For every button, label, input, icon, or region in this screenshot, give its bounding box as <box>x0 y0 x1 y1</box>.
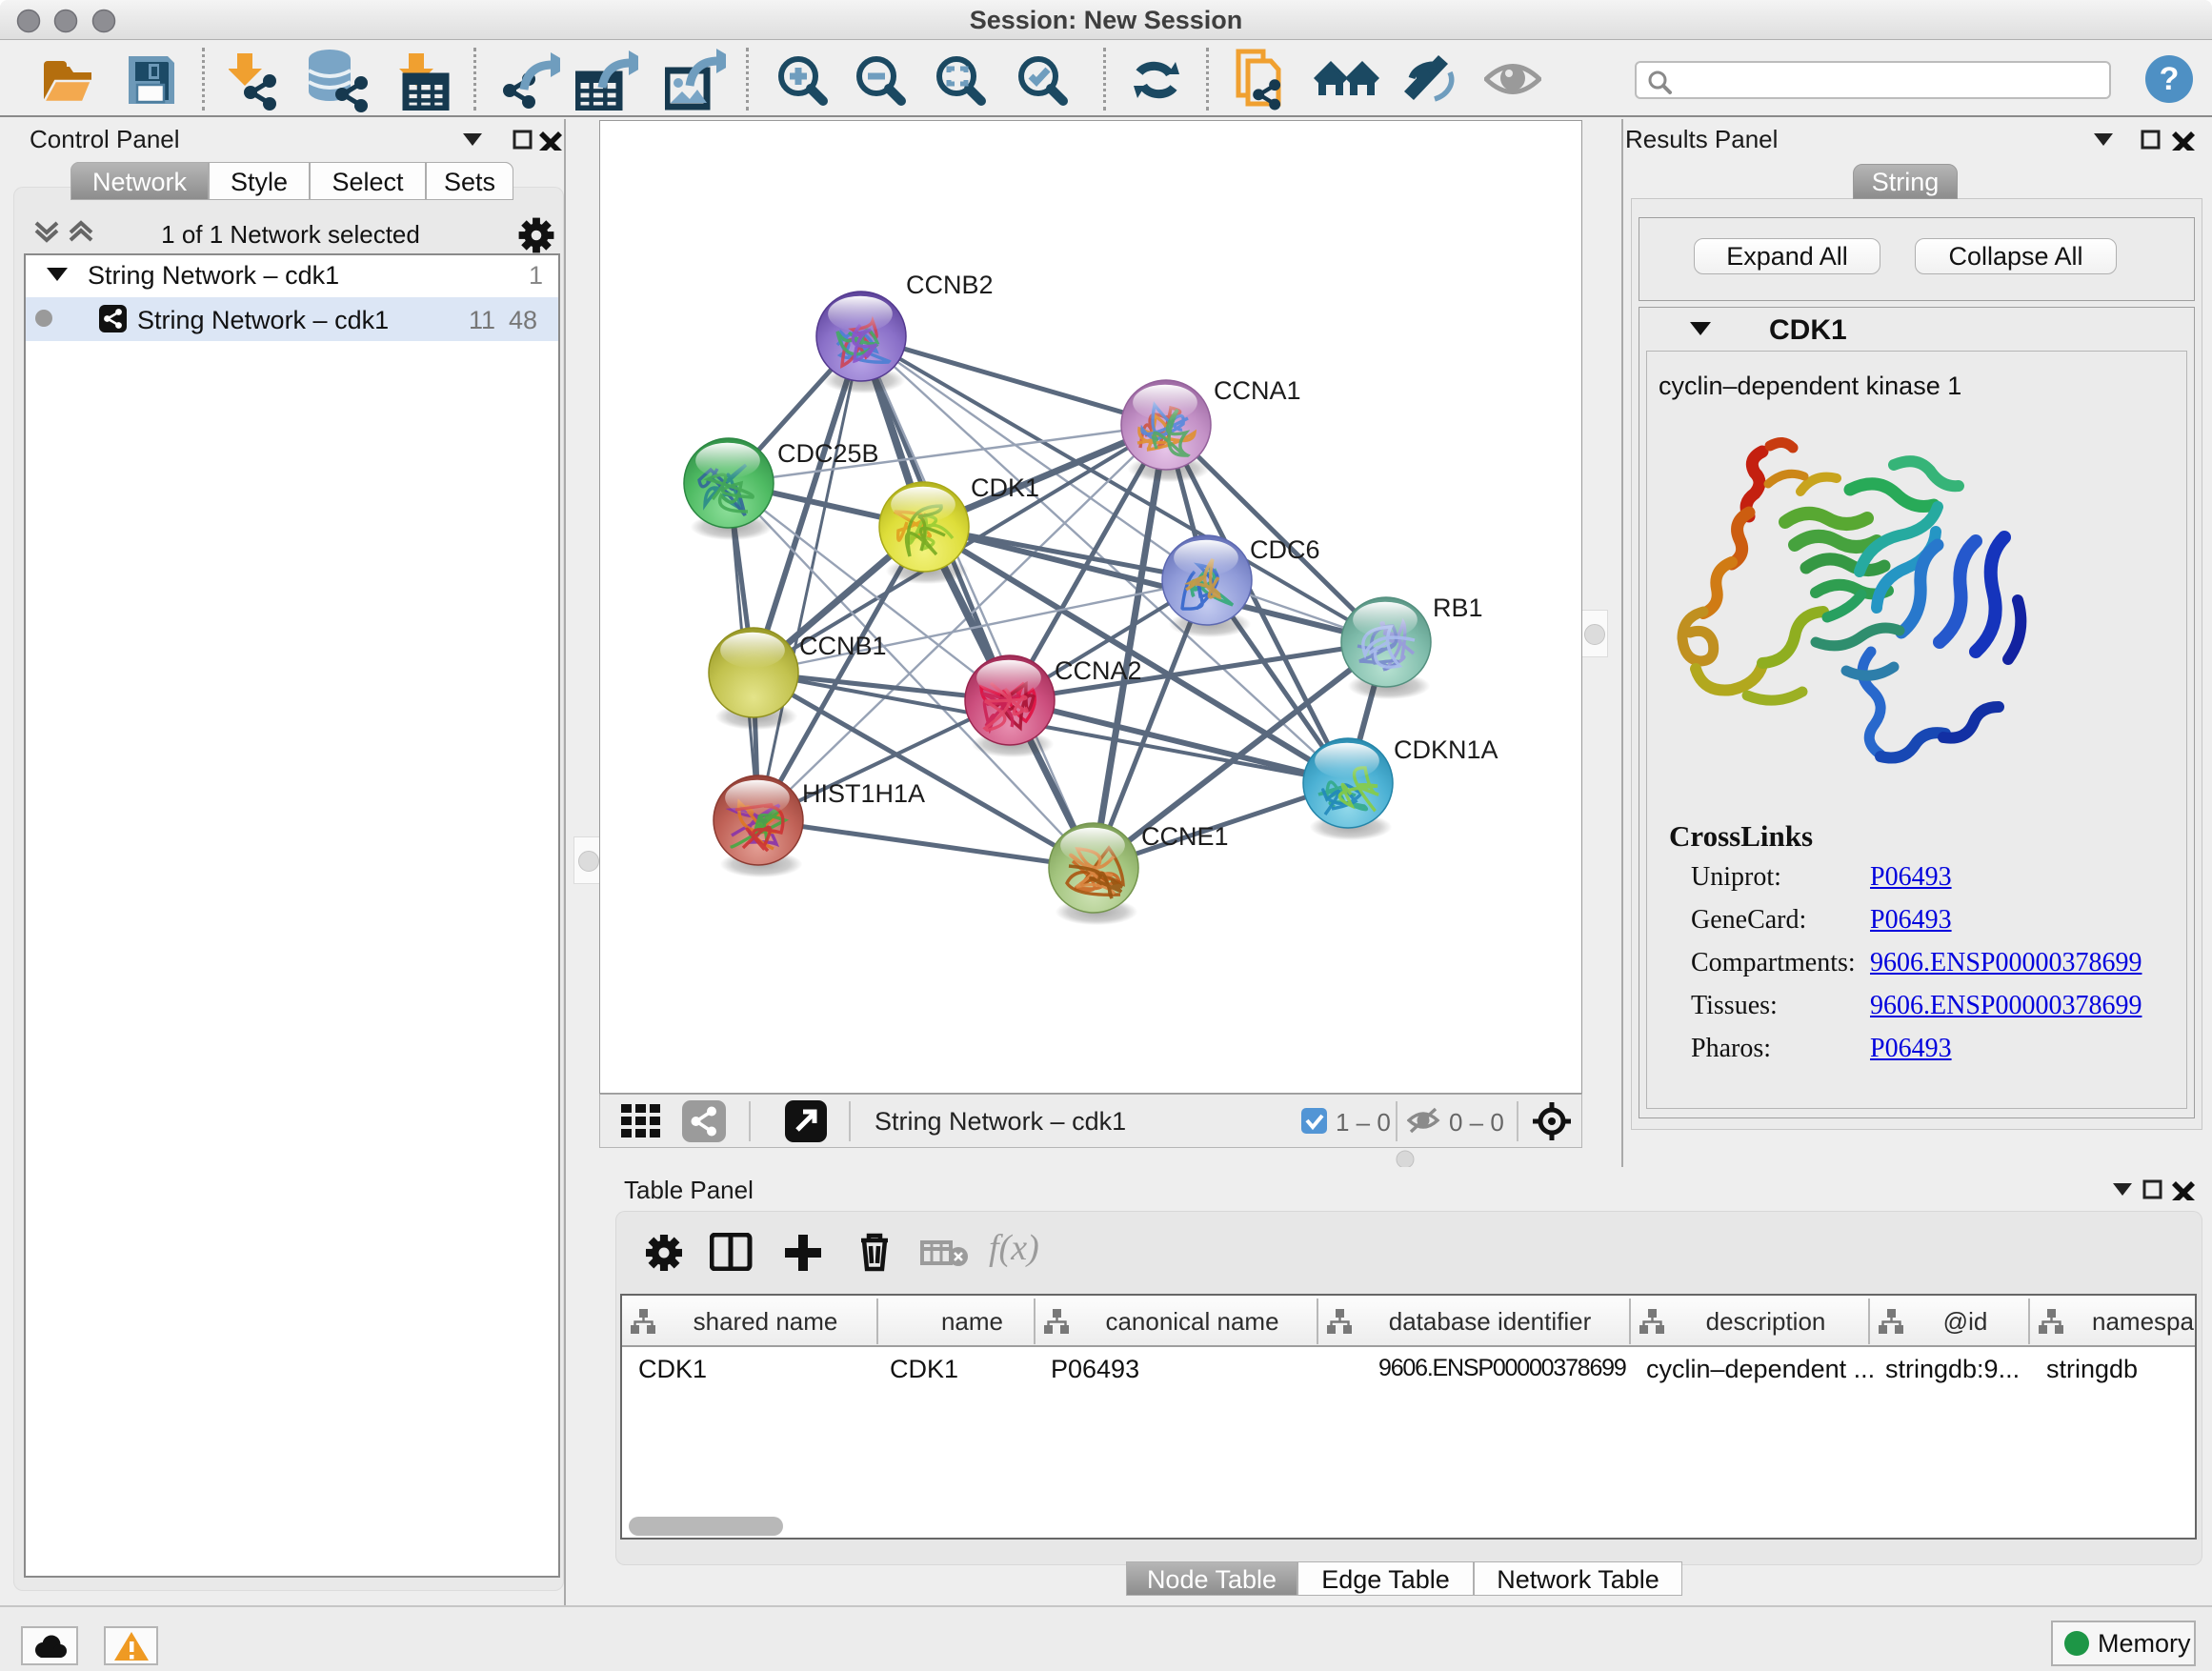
svg-text:CDC6: CDC6 <box>1250 535 1320 564</box>
svg-text:CCNA2: CCNA2 <box>1055 656 1142 685</box>
svg-text:HIST1H1A: HIST1H1A <box>802 779 925 808</box>
svg-text:CDKN1A: CDKN1A <box>1394 735 1498 764</box>
svg-text:CCNE1: CCNE1 <box>1141 822 1229 851</box>
svg-text:CCNB1: CCNB1 <box>799 632 887 660</box>
svg-text:CCNB2: CCNB2 <box>906 271 994 299</box>
svg-text:CDK1: CDK1 <box>971 473 1039 502</box>
svg-text:CDC25B: CDC25B <box>777 439 879 468</box>
svg-text:CCNA1: CCNA1 <box>1214 376 1301 405</box>
svg-text:?: ? <box>2160 61 2180 97</box>
svg-text:RB1: RB1 <box>1433 594 1483 622</box>
